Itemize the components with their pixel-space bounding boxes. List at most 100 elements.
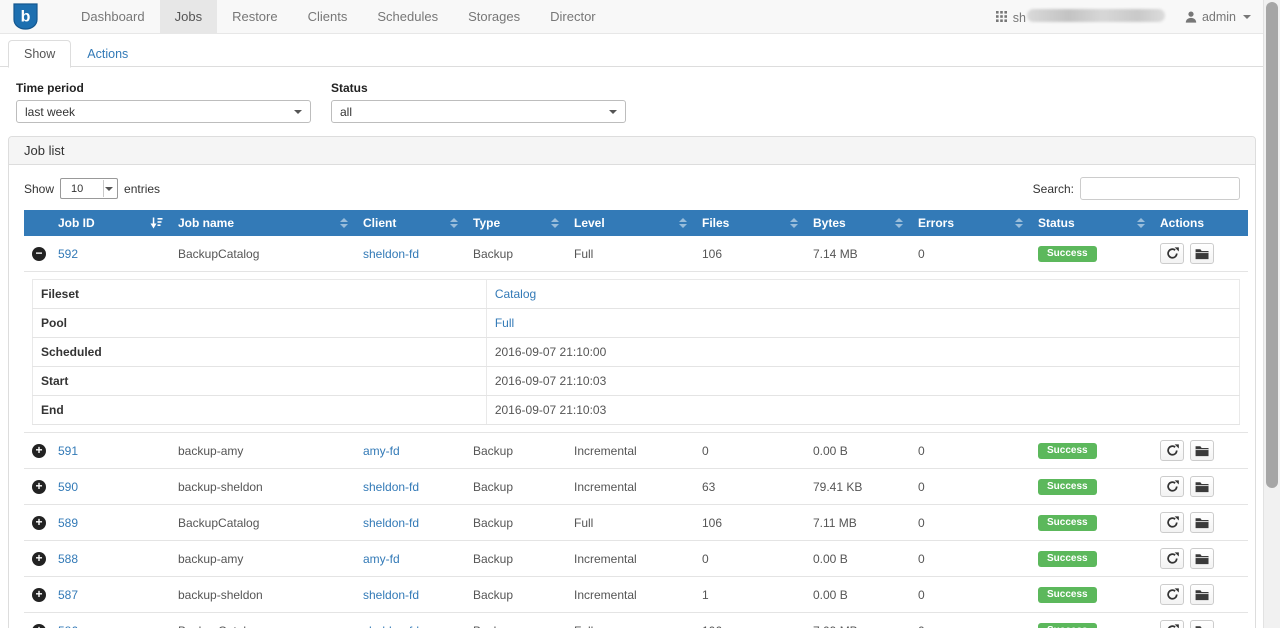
tab[interactable]: Show — [8, 40, 71, 68]
expand-row-button[interactable]: + — [32, 444, 46, 458]
job-name-cell: backup-amy — [170, 433, 355, 469]
status-badge: Success — [1038, 515, 1097, 531]
column-header[interactable]: Type — [465, 210, 566, 236]
scrollbar-thumb[interactable] — [1266, 2, 1278, 488]
expand-row-button[interactable]: + — [32, 588, 46, 602]
search-input[interactable] — [1080, 177, 1240, 200]
apps-grid-icon[interactable] — [996, 11, 1007, 22]
tab[interactable]: Actions — [71, 40, 144, 68]
nav-item[interactable]: Dashboard — [66, 0, 160, 33]
table-controls: Show 10 entries Search: — [24, 177, 1240, 200]
panel-title: Job list — [9, 137, 1255, 165]
panel-body: Show 10 entries Search: — [9, 165, 1255, 628]
job-name-cell: BackupCatalog — [170, 505, 355, 541]
expand-row-button[interactable]: + — [32, 552, 46, 566]
column-header[interactable]: Job name — [170, 210, 355, 236]
type-cell: Backup — [465, 469, 566, 505]
job-id-link[interactable]: 590 — [58, 480, 78, 494]
detail-value-link[interactable]: Full — [495, 316, 514, 330]
status-filter-select[interactable]: all — [331, 100, 626, 123]
repeat-icon — [1166, 624, 1179, 628]
rerun-job-button[interactable] — [1160, 512, 1184, 533]
nav-item[interactable]: Clients — [293, 0, 363, 33]
vertical-scrollbar[interactable] — [1263, 0, 1280, 628]
rerun-job-button[interactable] — [1160, 440, 1184, 461]
column-header[interactable]: Job ID — [50, 210, 170, 236]
files-cell: 106 — [694, 505, 805, 541]
job-id-link[interactable]: 591 — [58, 444, 78, 458]
job-name-cell: backup-sheldon — [170, 577, 355, 613]
job-files-button[interactable] — [1190, 548, 1214, 569]
entries-label: entries — [124, 182, 160, 196]
sort-both-icon — [895, 218, 903, 228]
job-id-link[interactable]: 592 — [58, 247, 78, 261]
job-files-button[interactable] — [1190, 584, 1214, 605]
jobs-table: Job ID Job name Client Type — [24, 210, 1248, 628]
repeat-icon — [1166, 247, 1179, 260]
sort-both-icon — [450, 218, 458, 228]
rerun-job-button[interactable] — [1160, 476, 1184, 497]
nav-item[interactable]: Restore — [217, 0, 293, 33]
column-header[interactable]: Errors — [910, 210, 1030, 236]
rerun-job-button[interactable] — [1160, 243, 1184, 264]
nav-item[interactable]: Schedules — [362, 0, 453, 33]
job-id-link[interactable]: 587 — [58, 588, 78, 602]
errors-cell: 0 — [910, 236, 1030, 272]
column-header-label: Job name — [178, 216, 234, 230]
folder-icon — [1195, 625, 1209, 628]
column-header[interactable] — [24, 210, 50, 236]
entries-per-page-select[interactable]: 10 — [60, 178, 118, 199]
job-id-link[interactable]: 589 — [58, 516, 78, 530]
type-cell: Backup — [465, 613, 566, 628]
detail-label: Fileset — [33, 280, 487, 309]
job-files-button[interactable] — [1190, 476, 1214, 497]
host-name: sh — [1013, 9, 1165, 25]
client-link[interactable]: sheldon-fd — [363, 480, 419, 494]
status-badge: Success — [1038, 551, 1097, 567]
nav-item-label: Clients — [308, 9, 348, 24]
expand-row-button[interactable]: + — [32, 624, 46, 628]
column-header[interactable]: Client — [355, 210, 465, 236]
column-header[interactable]: Bytes — [805, 210, 910, 236]
expand-row-button[interactable]: − — [32, 247, 46, 261]
nav-item[interactable]: Jobs — [160, 0, 217, 33]
nav-item[interactable]: Director — [535, 0, 611, 33]
expand-row-button[interactable]: + — [32, 480, 46, 494]
user-caret-icon — [1243, 15, 1251, 19]
job-files-button[interactable] — [1190, 243, 1214, 264]
sort-both-icon — [551, 218, 559, 228]
time-period-select[interactable]: last week — [16, 100, 311, 123]
job-files-button[interactable] — [1190, 440, 1214, 461]
client-link[interactable]: sheldon-fd — [363, 588, 419, 602]
column-header[interactable]: Actions — [1152, 210, 1248, 236]
detail-label: Pool — [33, 309, 487, 338]
rerun-job-button[interactable] — [1160, 548, 1184, 569]
rerun-job-button[interactable] — [1160, 584, 1184, 605]
rerun-job-button[interactable] — [1160, 620, 1184, 628]
client-link[interactable]: sheldon-fd — [363, 516, 419, 530]
job-files-button[interactable] — [1190, 512, 1214, 533]
job-id-link[interactable]: 588 — [58, 552, 78, 566]
user-menu[interactable]: admin — [1185, 10, 1251, 24]
tab-strip: ShowActions — [0, 34, 1263, 67]
table-row: + 587 backup-sheldon sheldon-fd Backup I… — [24, 577, 1248, 613]
table-row: + 588 backup-amy amy-fd Backup Increment… — [24, 541, 1248, 577]
client-link[interactable]: amy-fd — [363, 552, 400, 566]
job-files-button[interactable] — [1190, 620, 1214, 628]
column-header[interactable]: Level — [566, 210, 694, 236]
bytes-cell: 79.41 KB — [805, 469, 910, 505]
folder-icon — [1195, 481, 1209, 493]
client-link[interactable]: amy-fd — [363, 444, 400, 458]
detail-value-link[interactable]: Catalog — [495, 287, 536, 301]
baculum-logo[interactable]: b — [0, 0, 52, 33]
column-header[interactable]: Files — [694, 210, 805, 236]
client-link[interactable]: sheldon-fd — [363, 624, 419, 628]
job-name-cell: BackupCatalog — [170, 236, 355, 272]
job-id-link[interactable]: 586 — [58, 624, 78, 628]
column-header[interactable]: Status — [1030, 210, 1152, 236]
nav-item[interactable]: Storages — [453, 0, 535, 33]
expand-row-button[interactable]: + — [32, 516, 46, 530]
filters-section: Time period last week Status all — [0, 67, 1263, 123]
status-badge: Success — [1038, 479, 1097, 495]
client-link[interactable]: sheldon-fd — [363, 247, 419, 261]
